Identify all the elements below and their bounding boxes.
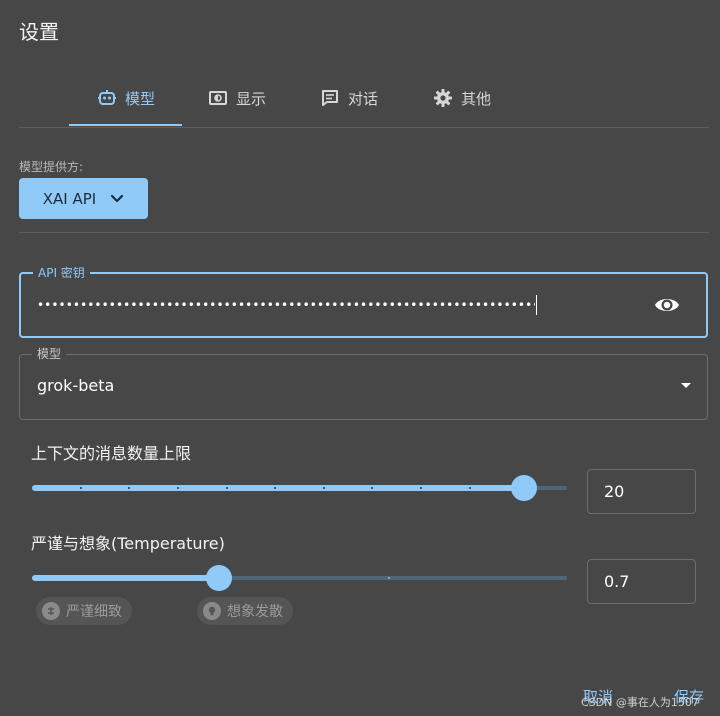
- slider-tick-mark: [371, 487, 373, 489]
- slider-fill: [32, 575, 219, 581]
- slider-fill: [32, 485, 524, 491]
- tab-model[interactable]: 模型: [97, 70, 155, 126]
- provider-value: XAI API: [42, 189, 97, 208]
- slider-tick-mark: [388, 577, 390, 579]
- chevron-down-icon: [110, 190, 124, 208]
- temperature-input[interactable]: 0.7: [587, 559, 696, 604]
- dialog-title: 设置: [19, 20, 59, 44]
- tab-chat[interactable]: 对话: [320, 70, 378, 126]
- api-key-input[interactable]: ••••••••••••••••••••••••••••••••••••••••…: [37, 298, 535, 312]
- slider-tick-mark: [226, 487, 228, 489]
- chip-precise-label: 严谨细致: [66, 604, 122, 620]
- tab-display[interactable]: 显示: [208, 70, 266, 126]
- slider-tick-mark: [80, 487, 82, 489]
- tab-chat-label: 对话: [348, 89, 379, 108]
- active-tab-indicator: [69, 124, 182, 126]
- slider-tick-mark: [128, 487, 130, 489]
- slider-thumb[interactable]: [511, 475, 537, 501]
- dropdown-arrow-icon[interactable]: [681, 383, 691, 388]
- slider-tick-mark: [469, 487, 471, 489]
- chip-creative-label: 想象发散: [227, 604, 283, 620]
- slider-tick-mark: [274, 487, 276, 489]
- api-key-label: API 密钥: [33, 265, 90, 281]
- text-caret: [536, 295, 537, 315]
- settings-tabs: 模型 显示 对话 其他: [19, 70, 709, 128]
- chip-precise[interactable]: 严谨细致: [36, 597, 132, 625]
- chip-creative[interactable]: 想象发散: [197, 597, 293, 625]
- slider-thumb[interactable]: [206, 565, 232, 591]
- tab-other[interactable]: 其他: [433, 70, 491, 126]
- gear-icon: [433, 88, 453, 108]
- provider-select-button[interactable]: XAI API: [19, 178, 148, 219]
- model-label: 模型: [32, 346, 67, 362]
- model-select[interactable]: 模型 grok-beta: [19, 346, 708, 420]
- section-divider: [19, 232, 709, 233]
- provider-label: 模型提供方:: [19, 160, 84, 174]
- slider-tick-mark: [323, 487, 325, 489]
- watermark: CSDN @事在人为1507: [581, 696, 699, 709]
- slider-tick-mark: [177, 487, 179, 489]
- temperature-label: 严谨与想象(Temperature): [31, 534, 225, 553]
- tab-model-label: 模型: [125, 89, 156, 108]
- robot-icon: [97, 88, 117, 108]
- temperature-slider[interactable]: [32, 565, 567, 591]
- api-key-field[interactable]: API 密钥 •••••••••••••••••••••••••••••••••…: [19, 265, 708, 338]
- tab-display-label: 显示: [236, 89, 267, 108]
- lightbulb-icon: [203, 602, 221, 620]
- slider-tick-mark: [420, 487, 422, 489]
- tab-other-label: 其他: [461, 89, 492, 108]
- precise-icon: [42, 602, 60, 620]
- model-value: grok-beta: [37, 376, 115, 395]
- context-limit-label: 上下文的消息数量上限: [31, 444, 192, 463]
- context-limit-input[interactable]: 20: [587, 469, 696, 514]
- chat-icon: [320, 88, 340, 108]
- context-limit-slider[interactable]: [32, 475, 567, 501]
- eye-icon[interactable]: [654, 294, 680, 316]
- display-icon: [208, 88, 228, 108]
